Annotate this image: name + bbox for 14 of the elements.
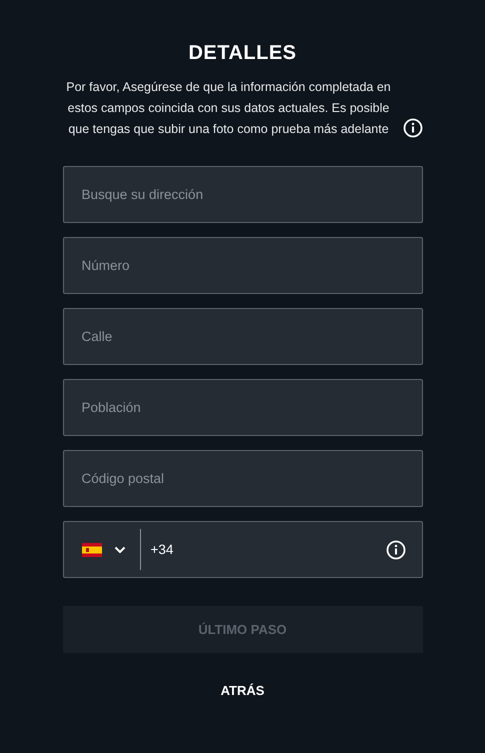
input-field[interactable]: Código postal bbox=[62, 450, 422, 507]
input-field[interactable]: Número bbox=[62, 237, 422, 294]
page-title: DETALLES bbox=[188, 42, 297, 65]
info-icon[interactable] bbox=[386, 540, 406, 560]
input-field[interactable]: Busque su dirección bbox=[62, 166, 422, 223]
description-text: Por favor, Asegúrese de que la información completada en estos campos coincida con sus datos actuales. Es posible que tengas que subir una foto como prueba más adelante bbox=[65, 79, 392, 138]
info-icon[interactable] bbox=[402, 118, 422, 138]
phone-number-input[interactable]: +34 bbox=[140, 522, 386, 577]
input-field[interactable]: Población bbox=[62, 379, 422, 436]
flag-icon bbox=[82, 542, 102, 556]
back-link[interactable]: ATRÁS bbox=[220, 683, 264, 698]
chevron-down-icon bbox=[114, 546, 126, 554]
phone-field[interactable]: +34 bbox=[62, 521, 422, 578]
input-field[interactable]: Calle bbox=[62, 308, 422, 365]
